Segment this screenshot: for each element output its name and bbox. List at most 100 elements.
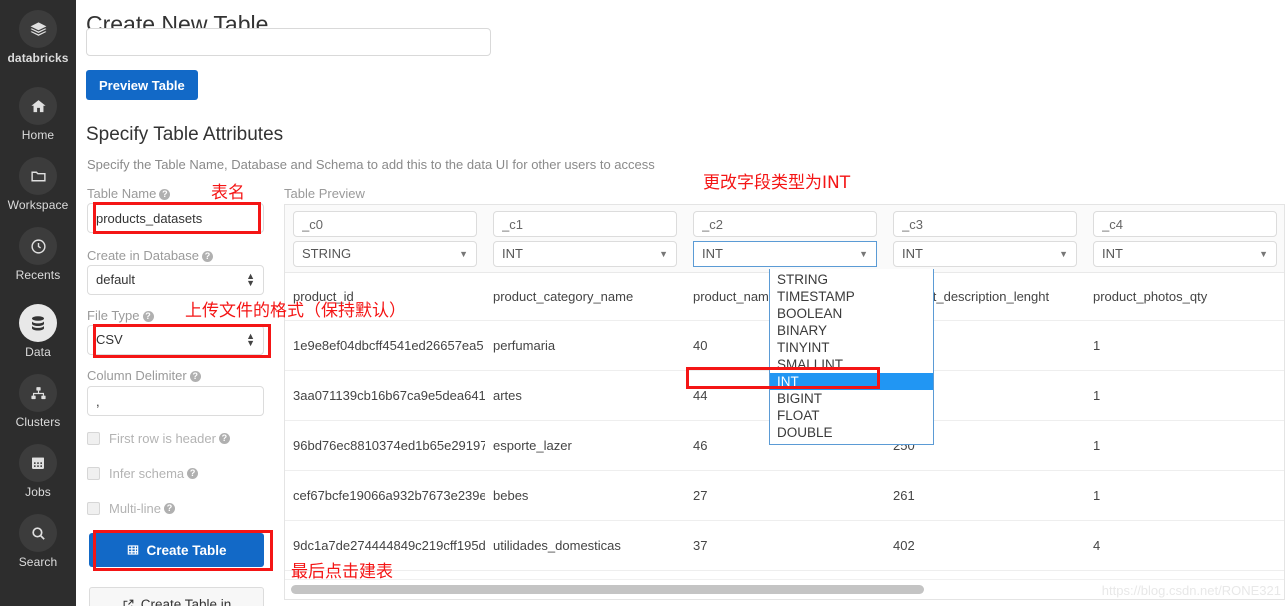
create-table-button-label: Create Table bbox=[146, 542, 227, 558]
external-link-icon bbox=[123, 599, 134, 606]
create-in-database-value: default bbox=[96, 272, 136, 287]
help-icon[interactable]: ? bbox=[189, 371, 201, 382]
help-icon[interactable]: ? bbox=[164, 503, 176, 514]
column-config-c0: STRING ▼ bbox=[285, 205, 485, 272]
table-cell: 261 bbox=[893, 488, 915, 503]
create-table-in-button-label: Create Table in bbox=[140, 596, 232, 606]
create-in-database-label: Create in Database? bbox=[87, 248, 214, 263]
sidebar: databricks Home Workspace Recents Data C… bbox=[0, 0, 76, 606]
dropdown-option-float[interactable]: FLOAT bbox=[770, 407, 933, 424]
table-cell: perfumaria bbox=[493, 338, 556, 353]
clock-icon bbox=[19, 227, 57, 265]
checkbox-label: First row is header bbox=[109, 431, 216, 446]
dropdown-option-bigint[interactable]: BIGINT bbox=[770, 390, 933, 407]
help-icon[interactable]: ? bbox=[187, 468, 199, 479]
checkbox-label: Infer schema bbox=[109, 466, 185, 481]
folder-icon bbox=[19, 157, 57, 195]
checkbox-icon[interactable] bbox=[87, 432, 100, 445]
sidebar-item-databricks[interactable]: databricks bbox=[0, 0, 76, 65]
chevron-down-icon: ▼ bbox=[1059, 249, 1068, 259]
column-name-input[interactable] bbox=[293, 211, 477, 237]
column-config-c3: INT ▼ bbox=[885, 205, 1085, 272]
sidebar-item-jobs[interactable]: Jobs bbox=[0, 438, 76, 499]
dropdown-option-smallint[interactable]: SMALLINT bbox=[770, 356, 933, 373]
table-cell: 3aa071139cb16b67ca9e5dea641 bbox=[293, 388, 485, 403]
column-name-input[interactable] bbox=[493, 211, 677, 237]
help-icon[interactable]: ? bbox=[159, 189, 171, 200]
chevron-down-icon: ▼ bbox=[459, 249, 468, 259]
create-in-database-label-text: Create in Database bbox=[87, 248, 200, 263]
dropdown-option-int[interactable]: INT bbox=[770, 373, 933, 390]
sidebar-item-search[interactable]: Search bbox=[0, 508, 76, 569]
home-icon bbox=[19, 87, 57, 125]
column-header-row: STRING ▼ INT ▼ INT ▼ bbox=[285, 205, 1284, 273]
column-delimiter-input[interactable] bbox=[87, 386, 264, 416]
sidebar-item-recents[interactable]: Recents bbox=[0, 221, 76, 282]
search-icon bbox=[19, 514, 57, 552]
file-type-value: CSV bbox=[96, 332, 123, 347]
section-description: Specify the Table Name, Database and Sch… bbox=[87, 157, 655, 172]
create-table-button[interactable]: Create Table bbox=[89, 533, 264, 567]
scrollbar-thumb[interactable] bbox=[291, 585, 924, 594]
table-cell: utilidades_domesticas bbox=[493, 538, 621, 553]
column-type-select[interactable]: INT ▼ bbox=[493, 241, 677, 267]
checkbox-icon[interactable] bbox=[87, 467, 100, 480]
sidebar-item-data[interactable]: Data bbox=[0, 298, 76, 359]
help-icon[interactable]: ? bbox=[218, 433, 230, 444]
dropdown-option-string[interactable]: STRING bbox=[770, 271, 933, 288]
column-type-select[interactable]: INT ▼ bbox=[893, 241, 1077, 267]
table-name-input[interactable] bbox=[87, 203, 264, 233]
sidebar-item-home[interactable]: Home bbox=[0, 81, 76, 142]
preview-table-button[interactable]: Preview Table bbox=[86, 70, 198, 100]
checkbox-first-row-is-header[interactable]: First row is header ? bbox=[87, 431, 230, 446]
create-table-in-button[interactable]: Create Table in bbox=[89, 587, 264, 606]
chevron-down-icon: ▼ bbox=[859, 249, 868, 259]
column-name-input[interactable] bbox=[1093, 211, 1277, 237]
cluster-icon bbox=[19, 374, 57, 412]
watermark: https://blog.csdn.net/RONE321 bbox=[1101, 583, 1281, 598]
sidebar-item-label: Search bbox=[18, 555, 58, 569]
file-type-label: File Type? bbox=[87, 308, 154, 323]
dropdown-option-binary[interactable]: BINARY bbox=[770, 322, 933, 339]
column-delimiter-label: Column Delimiter? bbox=[87, 368, 201, 383]
checkbox-multi-line[interactable]: Multi-line ? bbox=[87, 501, 176, 516]
section-title: Specify Table Attributes bbox=[86, 124, 284, 145]
checkbox-icon[interactable] bbox=[87, 502, 100, 515]
annotation-column-type: 更改字段类型为INT bbox=[703, 173, 851, 193]
dropdown-option-tinyint[interactable]: TINYINT bbox=[770, 339, 933, 356]
table-cell: 1e9e8ef04dbcff4541ed26657ea5 bbox=[293, 338, 484, 353]
stepper-icon: ▲ ▼ bbox=[246, 271, 255, 288]
column-name-input[interactable] bbox=[893, 211, 1077, 237]
table-cell: 1 bbox=[1093, 488, 1101, 503]
table-preview-label: Table Preview bbox=[284, 186, 365, 201]
help-icon[interactable]: ? bbox=[142, 311, 154, 322]
database-icon bbox=[19, 304, 57, 342]
table-name-label: Table Name? bbox=[87, 186, 171, 201]
table-cell: 27 bbox=[693, 488, 708, 503]
column-type-value: INT bbox=[502, 246, 523, 261]
chevron-down-icon: ▼ bbox=[659, 249, 668, 259]
column-type-value: INT bbox=[902, 246, 923, 261]
column-type-select[interactable]: INT ▼ bbox=[1093, 241, 1277, 267]
checkbox-infer-schema[interactable]: Infer schema ? bbox=[87, 466, 199, 481]
create-in-database-select[interactable]: default ▲ ▼ bbox=[87, 265, 264, 295]
dropdown-option-timestamp[interactable]: TIMESTAMP bbox=[770, 288, 933, 305]
column-type-select[interactable]: STRING ▼ bbox=[293, 241, 477, 267]
file-type-select[interactable]: CSV ▲ ▼ bbox=[87, 325, 264, 355]
sidebar-item-workspace[interactable]: Workspace bbox=[0, 151, 76, 212]
table-cell: 402 bbox=[893, 538, 915, 553]
column-type-dropdown-menu[interactable]: STRING TIMESTAMP BOOLEAN BINARY TINYINT … bbox=[769, 269, 934, 445]
file-path-input[interactable] bbox=[86, 28, 491, 56]
stepper-icon: ▲ ▼ bbox=[246, 331, 255, 348]
column-config-c1: INT ▼ bbox=[485, 205, 685, 272]
table-row: 9dc1a7de274444849c219cff195d utilidades_… bbox=[285, 521, 1284, 571]
column-name-input[interactable] bbox=[693, 211, 877, 237]
calendar-icon bbox=[19, 444, 57, 482]
sidebar-item-clusters[interactable]: Clusters bbox=[0, 368, 76, 429]
table-cell: 4 bbox=[1093, 538, 1101, 553]
dropdown-option-boolean[interactable]: BOOLEAN bbox=[770, 305, 933, 322]
dropdown-option-double[interactable]: DOUBLE bbox=[770, 424, 933, 441]
column-type-select-open[interactable]: INT ▼ bbox=[693, 241, 877, 267]
help-icon[interactable]: ? bbox=[202, 251, 214, 262]
sidebar-item-label: Data bbox=[25, 345, 51, 359]
